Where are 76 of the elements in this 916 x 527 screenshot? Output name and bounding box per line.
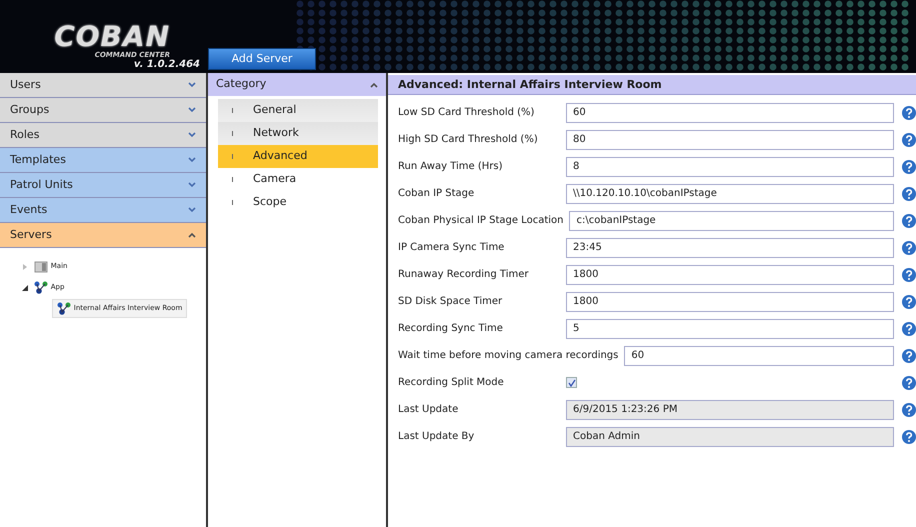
field-label: Low SD Card Threshold (%) bbox=[398, 106, 536, 120]
category-item[interactable]: Network bbox=[218, 122, 378, 145]
help-icon[interactable] bbox=[902, 132, 916, 146]
section-label: Templates bbox=[10, 152, 66, 168]
accordion-header[interactable]: Patrol Units bbox=[0, 173, 206, 198]
input-field[interactable]: 60 bbox=[624, 346, 894, 366]
add-server-button[interactable]: Add Server bbox=[208, 48, 316, 70]
section-label: Events bbox=[10, 202, 48, 218]
help-icon[interactable] bbox=[902, 240, 916, 254]
category-item[interactable]: Scope bbox=[218, 191, 378, 214]
input-field: Coban Admin bbox=[566, 426, 894, 446]
expand-icon bbox=[188, 157, 196, 163]
help-icon[interactable] bbox=[902, 160, 916, 174]
expand-icon bbox=[188, 182, 196, 188]
panel-title: Advanced: Internal Affairs Interview Room bbox=[388, 75, 916, 95]
section-label: Groups bbox=[10, 102, 50, 118]
input-field[interactable]: c:\cobanIPstage bbox=[569, 210, 894, 230]
help-icon[interactable] bbox=[902, 402, 916, 416]
field-label: Coban Physical IP Stage Location bbox=[398, 214, 564, 228]
expand-icon bbox=[188, 82, 196, 88]
expand-icon bbox=[188, 132, 196, 138]
network-icon bbox=[57, 302, 71, 315]
section-label: Roles bbox=[10, 126, 40, 143]
field-label: SD Disk Space Timer bbox=[398, 295, 504, 309]
field-label: High SD Card Threshold (%) bbox=[398, 133, 539, 147]
help-icon[interactable] bbox=[902, 106, 916, 120]
help-icon[interactable] bbox=[902, 376, 916, 390]
field-label: Recording Sync Time bbox=[398, 322, 504, 336]
help-icon[interactable] bbox=[902, 348, 916, 362]
input-field[interactable]: 5 bbox=[566, 318, 894, 338]
collapse-icon[interactable] bbox=[22, 284, 28, 290]
help-icon[interactable] bbox=[902, 268, 916, 282]
input-field[interactable]: 8 bbox=[566, 156, 894, 176]
field-label: IP Camera Sync Time bbox=[398, 241, 506, 255]
collapse-icon bbox=[188, 232, 196, 238]
input-field: 6/9/2015 1:23:26 PM bbox=[566, 400, 894, 420]
accordion-header[interactable]: Groups bbox=[0, 98, 206, 123]
section-label: Users bbox=[10, 76, 41, 93]
input-field[interactable]: 1800 bbox=[566, 264, 894, 284]
accordion-header[interactable]: Servers bbox=[0, 223, 206, 248]
category-item[interactable]: General bbox=[218, 99, 378, 122]
field-label: Wait time before moving camera recordings bbox=[398, 349, 620, 363]
category-item[interactable]: Advanced bbox=[218, 145, 378, 168]
server-icon bbox=[34, 260, 48, 273]
input-field[interactable]: 1800 bbox=[566, 292, 894, 312]
help-icon[interactable] bbox=[902, 186, 916, 200]
version-label: v. 1.0.2.464 bbox=[134, 59, 200, 70]
category-title: Category bbox=[216, 76, 266, 92]
help-icon[interactable] bbox=[902, 322, 916, 336]
section-label: Servers bbox=[10, 226, 52, 243]
accordion-header[interactable]: Roles bbox=[0, 123, 206, 148]
field-label: Last Update By bbox=[398, 430, 476, 444]
category-header[interactable]: Category bbox=[208, 73, 386, 96]
field-label: Last Update bbox=[398, 403, 460, 417]
field-label: Runaway Recording Timer bbox=[398, 268, 530, 282]
collapse-icon bbox=[370, 82, 378, 88]
field-label: Run Away Time (Hrs) bbox=[398, 160, 504, 174]
help-icon[interactable] bbox=[902, 294, 916, 308]
expand-icon bbox=[188, 107, 196, 113]
section-label: Patrol Units bbox=[10, 176, 73, 193]
input-field[interactable]: \\10.120.10.10\cobanIPstage bbox=[566, 184, 894, 204]
help-icon[interactable] bbox=[902, 214, 916, 228]
accordion-header[interactable]: Users bbox=[0, 73, 206, 98]
field-label: Recording Split Mode bbox=[398, 376, 505, 390]
logo-text: COBAN bbox=[54, 23, 170, 51]
field-label: Coban IP Stage bbox=[398, 187, 476, 201]
help-icon[interactable] bbox=[902, 430, 916, 444]
checkbox[interactable] bbox=[566, 377, 577, 388]
network-icon bbox=[34, 281, 48, 294]
accordion-header[interactable]: Events bbox=[0, 198, 206, 223]
category-item[interactable]: Camera bbox=[218, 168, 378, 191]
expand-icon bbox=[188, 207, 196, 213]
input-field[interactable]: 80 bbox=[566, 130, 894, 150]
accordion-header[interactable]: Templates bbox=[0, 148, 206, 173]
input-field[interactable]: 23:45 bbox=[566, 238, 894, 258]
input-field[interactable]: 60 bbox=[566, 102, 894, 122]
